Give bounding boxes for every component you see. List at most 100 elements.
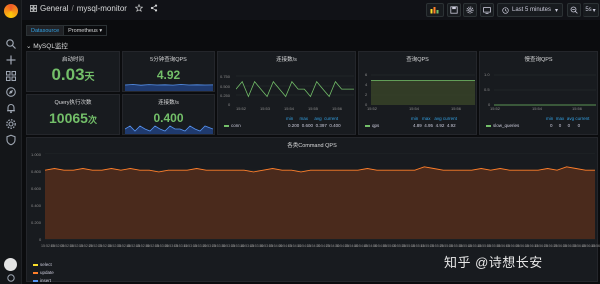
explore-icon[interactable] bbox=[5, 86, 17, 98]
legend-row[interactable]: slow_queries bbox=[486, 123, 519, 128]
legend-values: 0.200 0.600 0.397 0.400 bbox=[288, 123, 341, 128]
dashboard-grid-icon bbox=[30, 5, 37, 12]
zoom-out-button[interactable] bbox=[567, 3, 581, 17]
save-dashboard-button[interactable] bbox=[447, 3, 461, 17]
qps5m-panel[interactable]: 5分钟查询QPS 4.92 bbox=[122, 51, 215, 92]
legend-col-max[interactable]: max bbox=[556, 116, 565, 121]
slow-queries-graph-panel[interactable]: 慢查询QPS 1.0 0.5 0 15:52 15:54 15:56 min m… bbox=[479, 51, 598, 135]
panel-title: 启动时间 bbox=[61, 57, 84, 63]
qps-graph-panel[interactable]: 查询QPS 6 4 2 0 15:52 15:54 15:56 min max … bbox=[358, 51, 477, 135]
legend-current: 0 bbox=[577, 123, 581, 128]
connections-graph-panel[interactable]: 连接数/s 0.750 0.500 0.250 0 15:52 15:53 15… bbox=[217, 51, 356, 135]
panel-title: 查询QPS bbox=[406, 57, 429, 63]
avatar[interactable] bbox=[4, 258, 17, 271]
panel-title: 慢查询QPS bbox=[524, 57, 553, 63]
legend-item-select[interactable]: select bbox=[33, 262, 52, 267]
gear-icon bbox=[466, 6, 474, 14]
legend-swatch bbox=[365, 125, 370, 127]
legend-col-avg[interactable]: avg bbox=[434, 116, 441, 121]
legend-header: min max avg current bbox=[286, 116, 338, 121]
uptime-value-wrap: 0.03天 bbox=[27, 65, 119, 85]
search-icon[interactable] bbox=[5, 38, 17, 50]
uptime-value: 0.03 bbox=[51, 65, 85, 84]
legend-values: 4.89 4.95 4.92 4.92 bbox=[413, 123, 456, 128]
watermark: 知乎 @诗想长安 bbox=[444, 255, 543, 270]
time-range-picker[interactable]: Last 5 minutes ▾ bbox=[497, 3, 563, 17]
legend-values: 0 0 0 0 bbox=[550, 123, 580, 128]
legend-series-name: conn bbox=[231, 123, 241, 128]
total-queries-panel[interactable]: Query执行次数 10065次 bbox=[26, 94, 120, 135]
clock-icon bbox=[502, 6, 509, 14]
legend-col-min[interactable]: min bbox=[411, 116, 418, 121]
uptime-panel[interactable]: 启动时间 0.03天 bbox=[26, 51, 120, 92]
tv-mode-button[interactable] bbox=[480, 3, 494, 17]
row-title[interactable]: ⌄ MySQL监控 bbox=[26, 40, 68, 50]
legend-col-min[interactable]: min bbox=[546, 116, 553, 121]
panel-title: 5分钟查询QPS bbox=[150, 57, 187, 63]
y-tick: 0.5 bbox=[484, 87, 490, 92]
grafana-logo-icon[interactable] bbox=[4, 4, 18, 18]
shield-icon[interactable] bbox=[5, 134, 17, 146]
y-tick: 0.600 bbox=[31, 186, 42, 191]
legend-max: 4.95 bbox=[424, 123, 434, 128]
legend-col-avg[interactable]: avg bbox=[314, 116, 321, 121]
x-tick: 15:56 bbox=[572, 106, 583, 111]
variables-bar: Datasource Prometheus ▾ bbox=[26, 25, 108, 36]
x-tick: 15:56:50 bbox=[591, 244, 600, 248]
qps-line-chart bbox=[371, 74, 475, 105]
legend-current: 4.92 bbox=[446, 123, 456, 128]
share-icon[interactable] bbox=[150, 4, 158, 12]
legend-row[interactable]: conn bbox=[224, 123, 241, 128]
legend-max: 0 bbox=[558, 123, 562, 128]
plus-icon[interactable] bbox=[5, 54, 17, 66]
legend-item-insert[interactable]: insert bbox=[33, 278, 51, 283]
connections-line-chart bbox=[236, 75, 354, 98]
y-tick: 6 bbox=[365, 72, 368, 77]
dashboards-icon[interactable] bbox=[5, 70, 17, 82]
legend-current: 0.400 bbox=[329, 123, 341, 128]
y-tick: 0.750 bbox=[220, 74, 231, 79]
legend-series-name: slow_queries bbox=[493, 123, 520, 128]
y-tick: 0 bbox=[228, 102, 231, 107]
qps5m-value: 4.92 bbox=[156, 68, 181, 82]
connections-stat-panel[interactable]: 连接数/s 0.400 bbox=[122, 94, 215, 135]
connections-sparkline bbox=[125, 125, 213, 134]
legend-col-current[interactable]: current bbox=[575, 116, 589, 121]
alerting-bell-icon[interactable] bbox=[5, 102, 17, 114]
y-tick: 0.400 bbox=[31, 203, 42, 208]
zoom-out-icon bbox=[570, 6, 578, 14]
add-panel-button[interactable] bbox=[426, 3, 444, 17]
refresh-interval-label: 5s bbox=[585, 7, 592, 13]
breadcrumb-folder[interactable]: General bbox=[40, 4, 68, 13]
legend-row[interactable]: qps bbox=[365, 123, 379, 128]
legend-col-min[interactable]: min bbox=[286, 116, 293, 121]
refresh-interval-picker[interactable]: 5s ▾ bbox=[583, 3, 599, 17]
slow-queries-line-chart bbox=[494, 74, 596, 106]
legend-series-name: insert bbox=[40, 278, 52, 283]
legend-avg: 0 bbox=[567, 123, 571, 128]
legend-col-current[interactable]: current bbox=[443, 116, 457, 121]
legend-swatch bbox=[33, 272, 38, 274]
legend-col-max[interactable]: max bbox=[300, 116, 309, 121]
gear-icon[interactable] bbox=[5, 118, 17, 130]
topbar: General / mysql-monitor Last 5 minutes ▾ bbox=[22, 0, 600, 20]
legend-col-avg[interactable]: avg bbox=[567, 116, 574, 121]
update-series-area bbox=[45, 166, 595, 239]
help-icon[interactable] bbox=[5, 274, 17, 282]
legend-col-current[interactable]: current bbox=[324, 116, 338, 121]
conn-series-line bbox=[236, 80, 354, 98]
breadcrumb-dashboard[interactable]: mysql-monitor bbox=[77, 4, 127, 13]
datasource-variable-value: Prometheus bbox=[68, 28, 98, 34]
add-panel-icon bbox=[430, 7, 439, 14]
datasource-variable-select[interactable]: Prometheus ▾ bbox=[64, 25, 108, 36]
legend-series-name: qps bbox=[372, 123, 380, 128]
legend-avg: 0.397 bbox=[315, 123, 327, 128]
legend-header: min max avg current bbox=[411, 116, 457, 121]
settings-button[interactable] bbox=[463, 3, 477, 17]
star-icon[interactable] bbox=[134, 3, 144, 12]
legend-col-max[interactable]: max bbox=[422, 116, 431, 121]
legend-item-update[interactable]: update bbox=[33, 270, 54, 275]
x-tick: 15:54 bbox=[284, 106, 295, 111]
command-qps-area-chart bbox=[45, 153, 595, 240]
chevron-down-icon: ▾ bbox=[592, 7, 596, 14]
